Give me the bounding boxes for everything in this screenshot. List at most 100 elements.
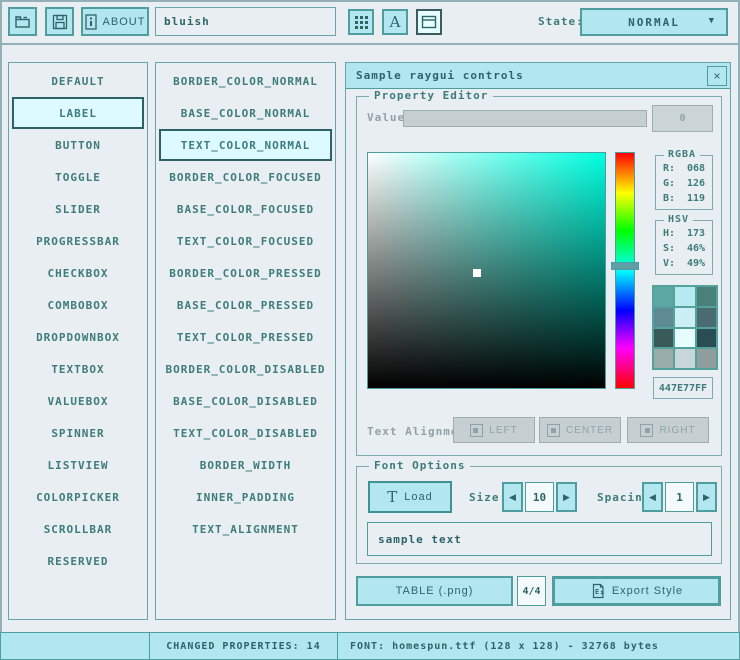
properties-list-item[interactable]: BORDER_COLOR_NORMAL [156,65,335,97]
properties-list-item[interactable]: BORDER_COLOR_FOCUSED [156,161,335,193]
hue-bar[interactable] [615,152,635,389]
rguistyler-window: ABOUT A State: NORMAL ▼ [0,0,740,660]
palette-swatch[interactable] [675,287,694,306]
palette-swatch[interactable] [697,329,716,348]
arrow-left-icon: ◀ [509,492,516,503]
controls-list-item[interactable]: COMBOBOX [9,289,147,321]
open-file-button[interactable] [8,7,37,36]
state-dropdown[interactable]: NORMAL ▼ [580,8,728,36]
window-title: Sample raygui controls [356,69,524,82]
controls-list-item[interactable]: SCROLLBAR [9,513,147,545]
hex-value-box[interactable]: 447E77FF [653,377,713,399]
controls-list-item[interactable]: RESERVED [9,545,147,577]
size-increment-button[interactable]: ▶ [556,482,577,512]
properties-list-item[interactable]: BORDER_WIDTH [156,449,335,481]
status-cell-empty [0,632,150,660]
properties-list-item[interactable]: TEXT_COLOR_FOCUSED [156,225,335,257]
properties-list-item[interactable]: BASE_COLOR_PRESSED [156,289,335,321]
color-palette [652,285,718,370]
palette-swatch[interactable] [654,349,673,368]
properties-list-item[interactable]: TEXT_ALIGNMENT [156,513,335,545]
controls-list-item[interactable]: DROPDOWNBOX [9,321,147,353]
export-style-button[interactable]: E Export Style [552,576,721,606]
style-table-view-button[interactable] [348,9,374,35]
about-button[interactable]: ABOUT [81,7,149,36]
align-center-button[interactable]: CENTER [539,417,621,443]
font-letter-icon: A [390,13,401,31]
style-name-input[interactable] [155,7,336,36]
properties-listview: BORDER_COLOR_NORMAL BASE_COLOR_NORMAL TE… [155,62,336,620]
font-view-button[interactable]: A [382,9,408,35]
properties-list-item[interactable]: INNER_PADDING [156,481,335,513]
controls-list-item[interactable]: DEFAULT [9,65,147,97]
controls-list-item[interactable]: BUTTON [9,129,147,161]
controls-list-item[interactable]: TOGGLE [9,161,147,193]
export-table-label: TABLE (.png) [396,585,474,597]
controls-list-item[interactable]: LISTVIEW [9,449,147,481]
load-font-label: Load [404,491,432,503]
value-number-box[interactable]: 0 [652,105,713,132]
page-indicator-value: 4/4 [522,586,540,597]
spacing-decrement-button[interactable]: ◀ [642,482,663,512]
palette-swatch[interactable] [697,287,716,306]
export-style-label: Export Style [612,585,683,597]
size-value: 10 [533,491,546,504]
controls-list-item[interactable]: SPINNER [9,417,147,449]
properties-list-item[interactable]: BASE_COLOR_FOCUSED [156,193,335,225]
palette-swatch[interactable] [654,308,673,327]
size-value-box[interactable]: 10 [525,482,554,512]
palette-swatch[interactable] [697,308,716,327]
properties-list-item[interactable]: BORDER_COLOR_PRESSED [156,257,335,289]
size-decrement-button[interactable]: ◀ [502,482,523,512]
controls-list-item[interactable]: COLORPICKER [9,481,147,513]
palette-swatch[interactable] [675,308,694,327]
controls-list-item[interactable]: PROGRESSBAR [9,225,147,257]
status-font-info: FONT: homespun.ttf (128 x 128) - 32768 b… [337,632,740,660]
color-picker-cursor[interactable] [473,269,481,277]
load-font-button[interactable]: T Load [368,481,452,513]
save-file-button[interactable] [45,7,74,36]
align-right-button[interactable]: RIGHT [627,417,709,443]
color-picker-panel[interactable] [367,152,606,389]
controls-list-item[interactable]: SLIDER [9,193,147,225]
controls-list-item[interactable]: CHECKBOX [9,257,147,289]
properties-list-item[interactable]: BASE_COLOR_DISABLED [156,385,335,417]
palette-swatch[interactable] [675,329,694,348]
properties-list-item[interactable]: BASE_COLOR_NORMAL [156,97,335,129]
controls-list-item-selected[interactable]: LABEL [12,97,144,129]
b-value: 119 [687,193,705,204]
palette-swatch[interactable] [654,329,673,348]
align-left-button[interactable]: LEFT [453,417,535,443]
page-indicator[interactable]: 4/4 [517,576,546,606]
controls-list-item[interactable]: TEXTBOX [9,353,147,385]
control-view-button[interactable] [416,9,442,35]
controls-list-item[interactable]: VALUEBOX [9,385,147,417]
properties-list-item[interactable]: TEXT_COLOR_DISABLED [156,417,335,449]
properties-list-item-selected[interactable]: TEXT_COLOR_NORMAL [159,129,332,161]
grid-icon [355,16,368,29]
sample-text-box[interactable]: sample text [367,522,712,556]
controls-listview: DEFAULT LABEL BUTTON TOGGLE SLIDER PROGR… [8,62,148,620]
palette-swatch[interactable] [654,287,673,306]
close-icon: × [714,69,721,83]
info-icon [85,14,97,30]
v-value: 49% [687,258,705,269]
floppy-disk-icon [52,14,68,30]
palette-swatch[interactable] [675,349,694,368]
window-titlebar: Sample raygui controls [346,63,730,89]
palette-swatch[interactable] [697,349,716,368]
properties-list-item[interactable]: TEXT_COLOR_PRESSED [156,321,335,353]
text-t-icon: T [387,488,398,506]
properties-list-item[interactable]: BORDER_COLOR_DISABLED [156,353,335,385]
align-center-icon [547,424,560,437]
export-icon: E [590,583,606,599]
export-table-button[interactable]: TABLE (.png) [356,576,513,606]
h-value: 173 [687,228,705,239]
close-button[interactable]: × [707,66,727,86]
value-slider[interactable] [403,110,647,127]
hue-selector[interactable] [611,262,639,270]
spacing-value-box[interactable]: 1 [665,482,694,512]
arrow-left-icon: ◀ [649,492,656,503]
hex-value: 447E77FF [659,383,707,394]
spacing-increment-button[interactable]: ▶ [696,482,717,512]
